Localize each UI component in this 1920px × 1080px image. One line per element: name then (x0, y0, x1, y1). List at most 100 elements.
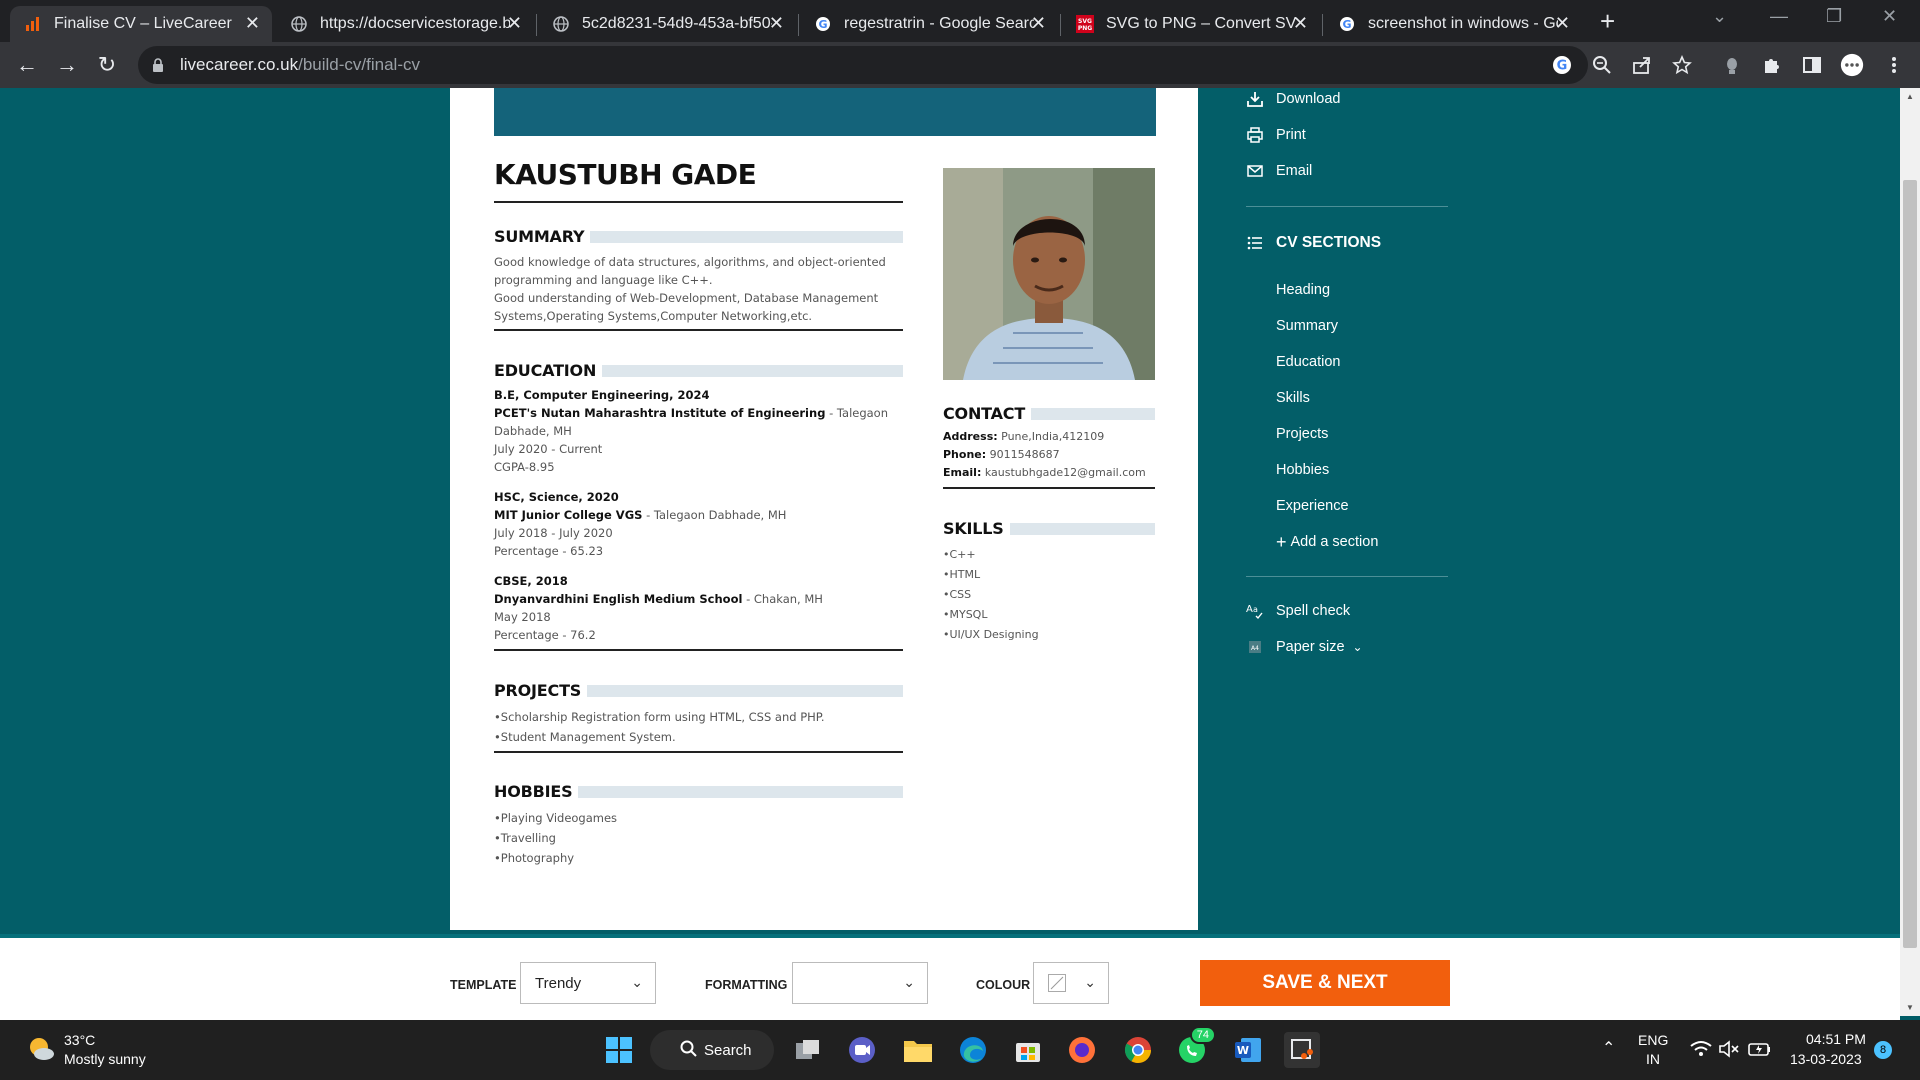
extensions-puzzle-icon[interactable] (1760, 53, 1784, 77)
tray-overflow-icon[interactable]: ⌃ (1602, 1038, 1615, 1058)
restore-icon[interactable]: ❐ (1826, 6, 1842, 27)
firefox-icon[interactable] (1064, 1032, 1100, 1068)
close-tab-icon[interactable]: ✕ (1555, 14, 1570, 32)
print-button[interactable]: Print (1246, 126, 1306, 144)
address-bar[interactable]: livecareer.co.uk /build-cv/final-cv (138, 46, 1588, 84)
language-region[interactable]: IN (1646, 1051, 1660, 1067)
new-tab-icon[interactable]: + (1600, 8, 1615, 34)
page-content: KAUSTUBH GADE SUMMARY Good knowledge of … (0, 88, 1900, 934)
clock-time[interactable]: 04:51 PM (1806, 1031, 1866, 1047)
weather-icon[interactable] (26, 1034, 56, 1069)
svg-text:SVG: SVG (1078, 18, 1092, 25)
contact-heading: CONTACT (943, 404, 1155, 423)
formatting-select[interactable]: ⌄ (792, 962, 928, 1004)
section-link-projects[interactable]: Projects (1276, 426, 1328, 442)
close-tab-icon[interactable]: ✕ (769, 14, 784, 32)
spell-check-icon: Aa (1246, 602, 1264, 620)
weather-desc: Mostly sunny (64, 1051, 146, 1067)
minimize-icon[interactable]: — (1770, 6, 1788, 27)
close-tab-icon[interactable]: ✕ (507, 14, 522, 32)
svg-text:a: a (1253, 605, 1258, 614)
school: Dnyanvardhini English Medium School (494, 592, 743, 606)
whatsapp-icon[interactable]: 74 (1174, 1026, 1216, 1068)
add-section-button[interactable]: + Add a section (1276, 533, 1378, 551)
dates: July 2018 - July 2020 (494, 526, 613, 540)
share-icon[interactable] (1630, 53, 1654, 77)
spell-check-button[interactable]: Aa Spell check (1246, 602, 1350, 620)
tab-title: 5c2d8231-54d9-453a-bf50- (582, 15, 772, 32)
taskbar-search[interactable]: Search (650, 1030, 774, 1070)
section-link-skills[interactable]: Skills (1276, 390, 1310, 406)
snipping-tool-icon[interactable] (1284, 1032, 1320, 1068)
ms-store-icon[interactable] (1010, 1032, 1046, 1068)
tab-search-chevron-icon[interactable]: ⌄ (1712, 6, 1727, 27)
paper-size-dropdown[interactable]: A4 Paper size ⌄ (1246, 638, 1363, 656)
bookmark-star-icon[interactable] (1670, 53, 1694, 77)
tab-screenshot-search[interactable]: G screenshot in windows - Go ✕ (1324, 6, 1582, 42)
spell-check-label: Spell check (1276, 603, 1351, 619)
windows-start-icon[interactable] (601, 1032, 637, 1068)
email-button[interactable]: Email (1246, 162, 1312, 180)
svg-text:G: G (818, 18, 827, 31)
divider (1246, 576, 1448, 577)
section-link-experience[interactable]: Experience (1276, 498, 1349, 514)
edge-icon[interactable] (955, 1032, 991, 1068)
download-button[interactable]: Download (1246, 90, 1341, 108)
reload-icon[interactable]: ↻ (92, 50, 122, 80)
section-link-hobbies[interactable]: Hobbies (1276, 462, 1329, 478)
close-window-icon[interactable]: ✕ (1882, 6, 1897, 27)
zoom-icon[interactable] (1590, 53, 1614, 77)
divider (494, 329, 903, 331)
school: PCET's Nutan Maharashtra Institute of En… (494, 406, 826, 420)
colour-select[interactable]: ⌄ (1033, 962, 1109, 1004)
contact-details: Address: Pune,India,412109 Phone: 901154… (943, 428, 1146, 482)
scrollbar-thumb[interactable] (1903, 180, 1917, 948)
task-view-icon[interactable] (790, 1032, 826, 1068)
cv-header-band (494, 88, 1156, 136)
profile-avatar-icon[interactable] (1840, 53, 1864, 77)
section-link-summary[interactable]: Summary (1276, 318, 1338, 334)
forward-icon[interactable]: → (52, 50, 82, 80)
tab-guid[interactable]: 5c2d8231-54d9-453a-bf50- ✕ (538, 6, 796, 42)
page-scrollbar[interactable]: ▲ ▼ (1900, 88, 1920, 1016)
print-label: Print (1276, 127, 1306, 143)
meet-chat-icon[interactable] (844, 1032, 880, 1068)
divider (494, 201, 903, 203)
tab-svg-to-png[interactable]: SVG PNG SVG to PNG – Convert SVG ✕ (1062, 6, 1320, 42)
clock-date[interactable]: 13-03-2023 (1790, 1051, 1862, 1067)
label: Address: (943, 430, 998, 443)
url-path: /build-cv/final-cv (298, 55, 420, 74)
tab-title: regestratrin - Google Searc (844, 15, 1034, 32)
word-icon[interactable]: W (1230, 1032, 1266, 1068)
section-link-heading[interactable]: Heading (1276, 282, 1330, 298)
envelope-icon (1246, 162, 1264, 180)
extension-bulb-icon[interactable] (1720, 53, 1744, 77)
tab-docservice[interactable]: https://docservicestorage.b ✕ (276, 6, 534, 42)
file-explorer-icon[interactable] (900, 1032, 936, 1068)
template-value: Trendy (535, 974, 582, 992)
template-select[interactable]: Trendy ⌄ (520, 962, 656, 1004)
language-code[interactable]: ENG (1638, 1032, 1668, 1048)
browser-tab-strip: Finalise CV – LiveCareer ✕ https://docse… (0, 0, 1920, 42)
close-tab-icon[interactable]: ✕ (1031, 14, 1046, 32)
scroll-up-icon[interactable]: ▲ (1906, 92, 1914, 101)
tab-finalise-cv[interactable]: Finalise CV – LiveCareer ✕ (10, 6, 272, 42)
close-tab-icon[interactable]: ✕ (245, 14, 260, 32)
battery-icon[interactable] (1748, 1040, 1772, 1063)
section-link-education[interactable]: Education (1276, 354, 1341, 370)
close-tab-icon[interactable]: ✕ (1293, 14, 1308, 32)
tab-google-search[interactable]: G regestratrin - Google Searc ✕ (800, 6, 1058, 42)
google-lens-icon[interactable]: G (1550, 53, 1574, 77)
volume-muted-icon[interactable] (1718, 1040, 1740, 1063)
save-next-button[interactable]: SAVE & NEXT (1200, 960, 1450, 1006)
chrome-menu-icon[interactable] (1882, 53, 1906, 77)
svg-text:A4: A4 (1251, 645, 1259, 652)
download-icon (1246, 90, 1264, 108)
wifi-icon[interactable] (1690, 1040, 1712, 1063)
chrome-icon[interactable] (1120, 1032, 1156, 1068)
scroll-down-icon[interactable]: ▼ (1906, 1003, 1914, 1012)
side-panel-icon[interactable] (1800, 53, 1824, 77)
notification-badge[interactable]: 8 (1874, 1041, 1892, 1059)
school: MIT Junior College VGS (494, 508, 643, 522)
back-icon[interactable]: ← (12, 50, 42, 80)
